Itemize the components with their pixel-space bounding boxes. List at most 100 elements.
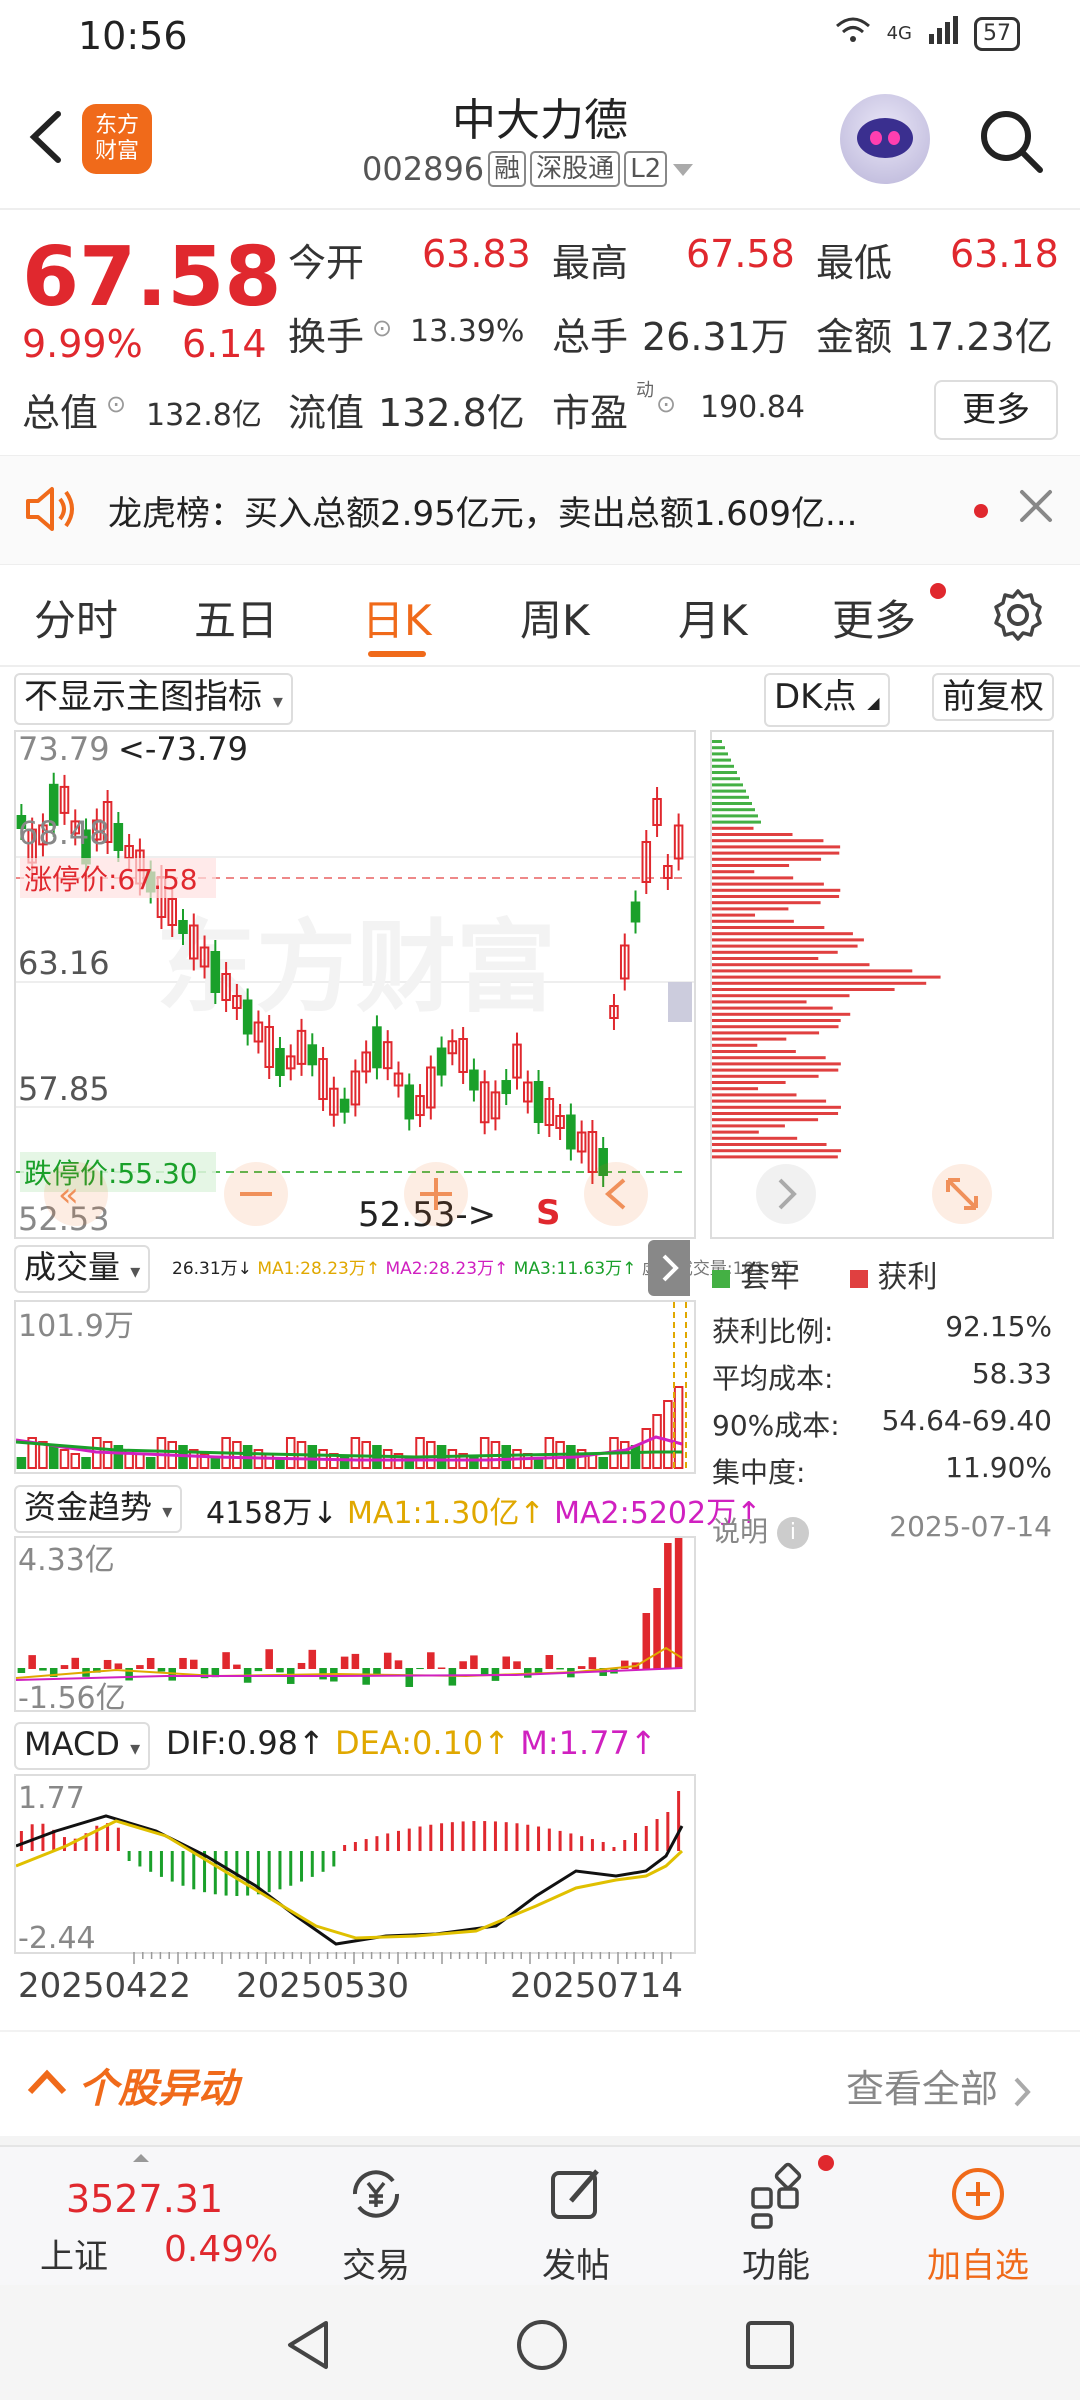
capital-legend: 4158万↓ MA1:1.30亿↑ MA2:5202万↑ [206, 1496, 762, 1531]
assistant-robot-icon[interactable] [840, 94, 930, 184]
chip-explain-row[interactable]: 说明 i 2025-07-14 [712, 1510, 1052, 1550]
candle-body [469, 1069, 479, 1091]
search-icon[interactable] [976, 106, 1046, 176]
candle-body [404, 1084, 415, 1120]
turnover-label: 换手 [288, 315, 365, 359]
volume-bar [70, 1453, 81, 1469]
stock-code: 002896 [362, 150, 485, 188]
info-icon[interactable]: ⊙ [656, 390, 676, 418]
capital-bar [265, 1649, 273, 1669]
pe-superscript: 动 [636, 380, 654, 401]
chip-bar [712, 994, 850, 998]
view-all-link[interactable]: 查看全部 [846, 2058, 1034, 2113]
dk-point-select[interactable]: DK点 ◢ [764, 673, 890, 727]
capital-bar [103, 1659, 112, 1669]
dragon-tiger-banner[interactable]: 龙虎榜：买入总额2.95亿元，卖出总额1.609亿... [0, 455, 1080, 565]
candle-body [630, 901, 641, 923]
candle-body [501, 1080, 511, 1095]
capital-bar [405, 1668, 414, 1687]
macd-chart[interactable]: 1.77 -2.44 [14, 1774, 696, 1954]
chip-bar [712, 1149, 842, 1153]
high-value: 67.58 [686, 232, 795, 276]
nav-trade[interactable]: 交易 [316, 2147, 436, 2287]
stock-code-row: 002896 融 深股通 L2 [362, 150, 695, 188]
capital-bar [459, 1661, 467, 1669]
chip-bar [712, 1081, 786, 1084]
more-button[interactable]: 更多 [934, 380, 1058, 440]
chip-bar [712, 975, 941, 979]
low-value: 63.18 [950, 232, 1059, 276]
capital-bar [545, 1655, 554, 1669]
dropdown-triangle-icon[interactable] [671, 150, 695, 188]
chip-bar [712, 888, 841, 892]
chip-legend: 套牢 获利 [712, 1252, 938, 1296]
chip-bar [712, 864, 790, 867]
chip-bar [712, 746, 725, 750]
volume-bar [598, 1457, 608, 1469]
tab-daily-k[interactable]: 日K [362, 587, 432, 648]
capital-ma1-line [16, 1646, 683, 1679]
settings-gear-icon[interactable] [990, 587, 1046, 647]
main-indicator-select[interactable]: 不显示主图指标 ▾ [14, 673, 293, 725]
candle-body [436, 1047, 447, 1076]
capital-bar [190, 1659, 198, 1669]
index-percent[interactable]: 0.49% [164, 2229, 278, 2270]
adjust-select[interactable]: 前复权 [932, 673, 1054, 721]
index-value[interactable]: 3527.31 [66, 2177, 223, 2221]
chip-bar [712, 981, 927, 985]
volume-bar [264, 1453, 274, 1469]
active-tab-indicator [368, 651, 426, 657]
chip-bar [712, 795, 749, 799]
expand-panel-button[interactable] [648, 1240, 690, 1296]
chip-bar [712, 783, 743, 787]
kline-chart[interactable]: 东方财富 涨停价:67.58 跌停价:55.30 73.79 68.48 63.… [14, 730, 696, 1239]
chip-bar [712, 1118, 819, 1122]
mktcap-value: 132.8亿 [146, 398, 262, 433]
capital-trend-select[interactable]: 资金趋势 ▾ [14, 1485, 183, 1533]
low-label: 最低 [816, 241, 893, 285]
network-label: 4G [886, 23, 912, 44]
volume-chart[interactable]: 101.9万 [14, 1300, 696, 1474]
chip-bar [712, 932, 853, 936]
tab-more[interactable]: 更多 [832, 587, 916, 648]
open-label: 今开 [288, 241, 365, 285]
chip-bar [712, 1105, 841, 1109]
tab-weekly-k[interactable]: 周K [520, 587, 590, 648]
chip-bar [712, 1099, 827, 1103]
capital-trend-chart[interactable]: 4.33亿 -1.56亿 [14, 1536, 696, 1712]
chip-bar [712, 895, 840, 898]
chip-distribution-chart[interactable] [710, 730, 1054, 1239]
chip-bar [712, 820, 761, 824]
back-triangle-icon[interactable] [282, 2317, 334, 2377]
nav-add-watchlist[interactable]: 加自选 [918, 2147, 1038, 2287]
chip-bar [712, 789, 746, 793]
capital-bar [71, 1657, 80, 1669]
chip-bar [712, 901, 821, 905]
nav-functions[interactable]: 功能 [716, 2147, 836, 2287]
chip-bar [712, 1068, 839, 1072]
nav-post[interactable]: 发帖 [516, 2147, 636, 2287]
function-red-dot [818, 2155, 834, 2171]
chip-bar [712, 857, 822, 861]
tab-intraday[interactable]: 分时 [34, 587, 118, 648]
chip-bar [712, 1143, 827, 1146]
tab-five-day[interactable]: 五日 [194, 587, 278, 648]
volume-value: 26.31万 [642, 315, 789, 359]
chevron-up-icon[interactable] [26, 2062, 68, 2106]
info-icon[interactable]: ⊙ [106, 390, 126, 418]
volume-select[interactable]: 成交量 ▾ [14, 1245, 151, 1293]
y-tick-3: 63.16 [18, 944, 110, 982]
volume-bar [232, 1441, 242, 1469]
chip-bar [712, 1050, 796, 1053]
section-title: 个股异动 [78, 2066, 238, 2112]
close-icon[interactable] [1016, 486, 1056, 530]
info-icon[interactable]: ⊙ [372, 314, 392, 342]
volume-bar [663, 1400, 673, 1469]
recent-apps-square-icon[interactable] [744, 2319, 796, 2375]
tab-monthly-k[interactable]: 月K [678, 587, 748, 648]
macd-select[interactable]: MACD ▾ [14, 1722, 151, 1770]
turnover-value: 13.39% [410, 314, 525, 349]
home-circle-icon[interactable] [514, 2317, 570, 2377]
index-name[interactable]: 上证 [40, 2229, 108, 2278]
volume-bar [652, 1414, 662, 1469]
